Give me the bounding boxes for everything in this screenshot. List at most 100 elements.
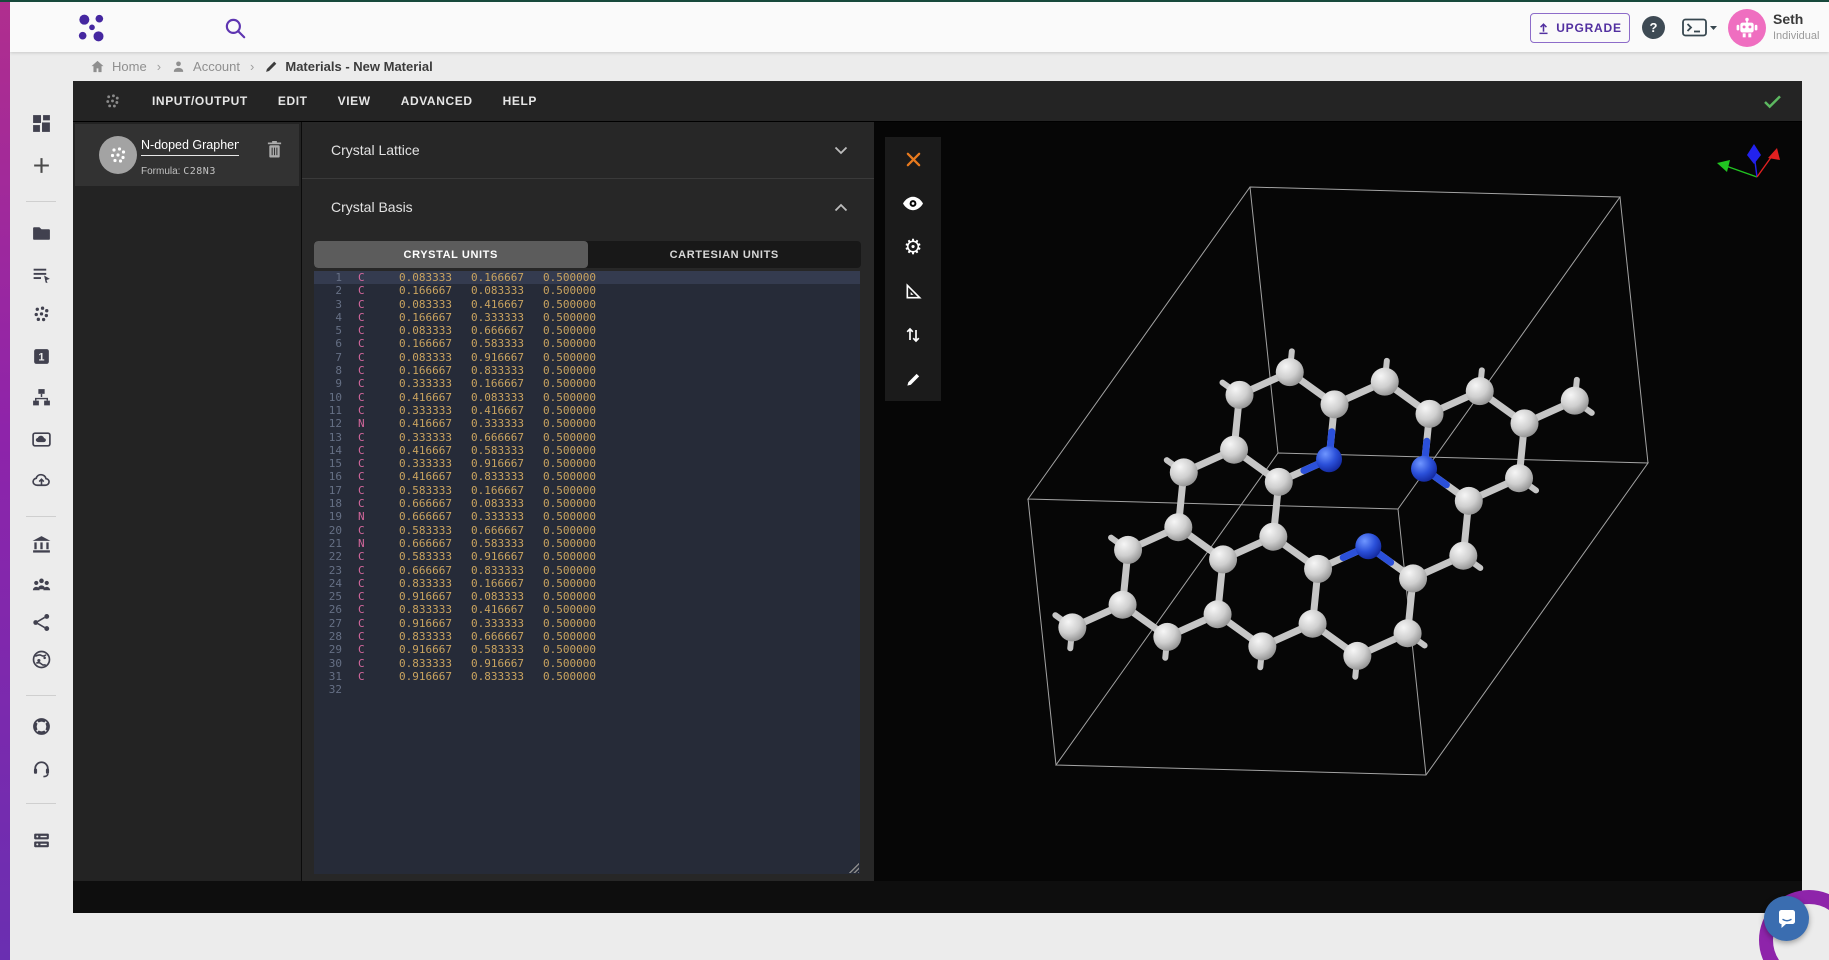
visibility-button[interactable] <box>885 181 941 225</box>
help-icon[interactable]: ? <box>1642 16 1665 39</box>
delete-material-icon[interactable] <box>266 140 283 159</box>
user-avatar[interactable] <box>1728 9 1766 47</box>
crystal-basis-header[interactable]: Crystal Basis <box>302 179 874 235</box>
structure-3d-viewer[interactable]: ⚙ <box>874 122 1802 882</box>
formula-value: C28N3 <box>183 166 216 177</box>
carbon-atom[interactable] <box>1505 464 1533 492</box>
carbon-atom[interactable] <box>1299 610 1327 638</box>
sidebar-item-lifebuoy[interactable] <box>10 716 73 737</box>
carbon-atom[interactable] <box>1371 368 1399 396</box>
editor-resize-handle[interactable] <box>848 862 859 873</box>
folder-icon <box>31 223 52 244</box>
crystal-lattice-header[interactable]: Crystal Lattice <box>302 122 874 179</box>
sidebar-item-materials-dots[interactable] <box>10 304 73 325</box>
chat-launcher[interactable] <box>1764 896 1809 941</box>
breadcrumb-home[interactable]: Home <box>90 59 147 74</box>
sidebar-item-share[interactable] <box>10 612 73 633</box>
crystal-editor-panel: Crystal Lattice Crystal Basis CRYSTAL UN… <box>302 122 874 882</box>
carbon-atom[interactable] <box>1455 487 1483 515</box>
carbon-atom[interactable] <box>1304 555 1332 583</box>
sidebar-item-workflows-one[interactable]: 1 <box>10 346 73 367</box>
save-check-button[interactable] <box>1763 94 1782 109</box>
materials-dots-icon <box>31 304 52 325</box>
carbon-atom[interactable] <box>1220 436 1248 464</box>
carbon-atom[interactable] <box>1114 536 1142 564</box>
sidebar-item-cloud-upload[interactable] <box>10 469 73 490</box>
carbon-atom[interactable] <box>1265 468 1293 496</box>
sidebar-item-globe[interactable] <box>10 649 73 670</box>
storage-server-icon <box>31 830 52 851</box>
person-icon <box>171 59 186 74</box>
workflows-one-icon: 1 <box>31 346 52 367</box>
menu-help[interactable]: HELP <box>503 94 537 108</box>
upgrade-label: UPGRADE <box>1556 21 1622 35</box>
sidebar-item-jobs-list[interactable] <box>10 264 73 285</box>
carbon-atom[interactable] <box>1276 358 1304 386</box>
sidebar-item-headset[interactable] <box>10 757 73 778</box>
breadcrumb-separator: › <box>250 59 254 74</box>
upgrade-button[interactable]: UPGRADE <box>1530 13 1630 43</box>
carbon-atom[interactable] <box>1399 564 1427 592</box>
carbon-atom[interactable] <box>1561 387 1589 415</box>
material-list-item[interactable]: Formula: C28N3 <box>75 124 299 186</box>
sidebar-item-bank[interactable] <box>10 534 73 555</box>
carbon-atom[interactable] <box>1343 642 1371 670</box>
carbon-atom[interactable] <box>1466 377 1494 405</box>
carbon-atom[interactable] <box>1209 545 1237 573</box>
breadcrumb-account[interactable]: Account <box>171 59 240 74</box>
swap-axes-button[interactable] <box>885 313 941 357</box>
terminal-menu-icon[interactable] <box>1682 18 1718 38</box>
sidebar-item-storage-server[interactable] <box>10 830 73 851</box>
carbon-atom[interactable] <box>1511 409 1539 437</box>
structure-canvas[interactable] <box>874 122 1802 882</box>
dashboard-icon <box>31 113 52 134</box>
basis-line: 18C0.6666670.0833330.500000 <box>314 497 860 510</box>
basis-line: 27C0.9166670.3333330.500000 <box>314 617 860 630</box>
carbon-atom[interactable] <box>1226 381 1254 409</box>
carbon-atom[interactable] <box>1449 542 1477 570</box>
sidebar-item-folder[interactable] <box>10 223 73 244</box>
app-logo-icon[interactable] <box>76 13 106 43</box>
carbon-atom[interactable] <box>1394 619 1422 647</box>
material-formula: Formula: C28N3 <box>141 166 216 177</box>
menu-advanced[interactable]: ADVANCED <box>401 94 473 108</box>
sidebar-item-dashboard[interactable] <box>10 113 73 134</box>
sidebar-item-media-library[interactable] <box>10 429 73 450</box>
jobs-list-icon <box>31 264 52 285</box>
basis-line: 22C0.5833330.9166670.500000 <box>314 550 860 563</box>
left-sidebar: 1 <box>10 52 73 960</box>
basis-coordinates-editor[interactable]: 1C0.0833330.1666670.5000002C0.1666670.08… <box>314 271 860 874</box>
home-icon <box>90 59 105 74</box>
carbon-atom[interactable] <box>1204 600 1232 628</box>
carbon-atom[interactable] <box>1248 632 1276 660</box>
basis-line: 24C0.8333330.1666670.500000 <box>314 577 860 590</box>
nitrogen-atom[interactable] <box>1411 456 1437 482</box>
tab-crystal-units[interactable]: CRYSTAL UNITS <box>314 241 588 268</box>
menu-view[interactable]: VIEW <box>338 94 371 108</box>
viewer-settings-button[interactable]: ⚙ <box>885 225 941 269</box>
sidebar-item-add-new[interactable] <box>10 155 73 176</box>
sidebar-item-team[interactable] <box>10 574 73 595</box>
nitrogen-atom[interactable] <box>1355 533 1381 559</box>
carbon-atom[interactable] <box>1109 591 1137 619</box>
tab-cartesian-units[interactable]: CARTESIAN UNITS <box>588 241 862 268</box>
menu-edit[interactable]: EDIT <box>278 94 308 108</box>
carbon-atom[interactable] <box>1416 400 1444 428</box>
carbon-atom[interactable] <box>1153 623 1181 651</box>
carbon-atom[interactable] <box>1164 513 1192 541</box>
measure-tool-button[interactable] <box>885 269 941 313</box>
nitrogen-atom[interactable] <box>1316 446 1342 472</box>
carbon-atom[interactable] <box>1259 523 1287 551</box>
menu-input-output[interactable]: INPUT/OUTPUT <box>152 94 248 108</box>
carbon-atom[interactable] <box>1170 458 1198 486</box>
carbon-atom[interactable] <box>1058 613 1086 641</box>
basis-line: 1C0.0833330.1666670.500000 <box>314 271 860 284</box>
search-icon[interactable] <box>222 15 248 41</box>
breadcrumb-account-label: Account <box>193 59 240 74</box>
material-name-input[interactable] <box>141 138 239 156</box>
sidebar-item-org-chart[interactable] <box>10 387 73 408</box>
close-viewer-button[interactable] <box>885 137 941 181</box>
edit-structure-button[interactable] <box>885 357 941 401</box>
units-tabs: CRYSTAL UNITS CARTESIAN UNITS <box>314 241 861 268</box>
carbon-atom[interactable] <box>1321 390 1349 418</box>
